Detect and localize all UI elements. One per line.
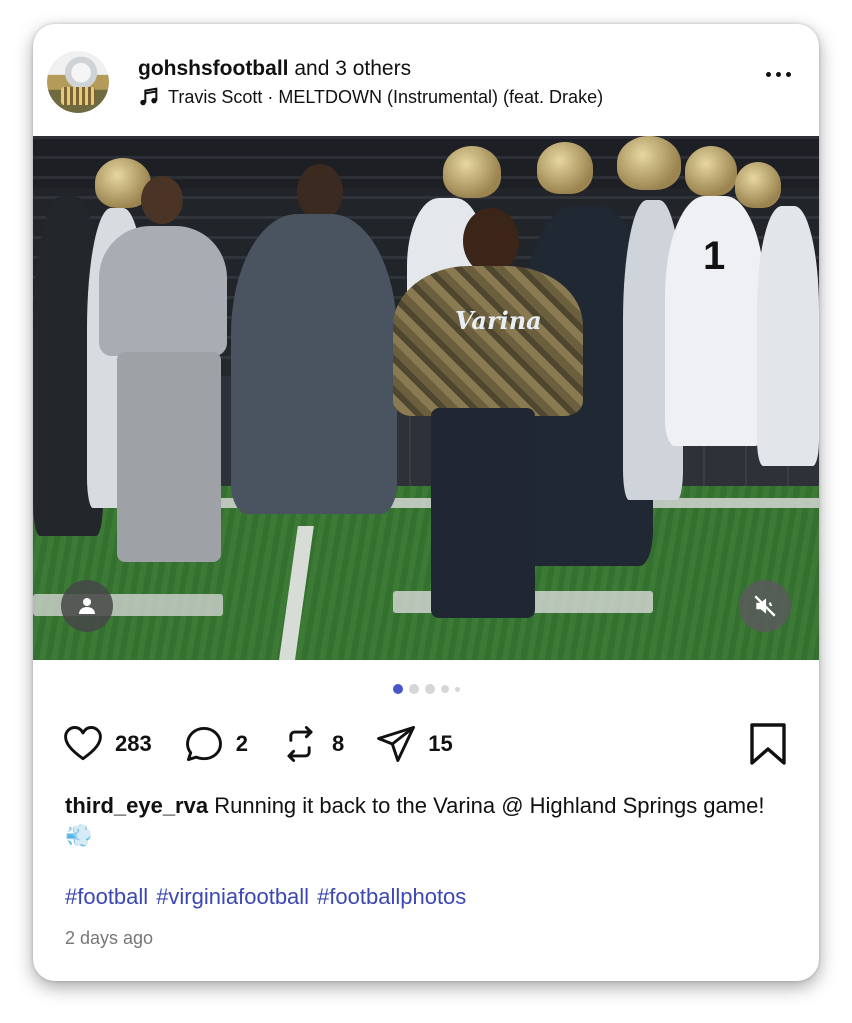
share-button[interactable]: 15 bbox=[374, 722, 453, 766]
carousel-dot bbox=[424, 684, 435, 694]
tag-people-button[interactable] bbox=[61, 580, 113, 632]
like-count: 283 bbox=[115, 731, 152, 756]
dark-hoodie-figure bbox=[231, 214, 397, 514]
bookmark-icon bbox=[750, 723, 786, 765]
send-icon bbox=[377, 726, 416, 762]
avatar-team-photo bbox=[61, 87, 95, 105]
coauthors-label[interactable]: and 3 others bbox=[294, 57, 411, 80]
coach-head bbox=[463, 208, 519, 274]
comment-bubble-icon bbox=[185, 726, 222, 762]
carousel-dot bbox=[408, 684, 419, 694]
player-helmet bbox=[537, 142, 593, 194]
hashtag-link[interactable]: #football bbox=[65, 884, 148, 910]
carousel-dot-active bbox=[392, 684, 403, 694]
save-button[interactable] bbox=[746, 721, 790, 772]
more-options-button[interactable] bbox=[766, 72, 791, 77]
speaker-muted-icon bbox=[754, 595, 776, 617]
more-horizontal-icon bbox=[766, 72, 771, 77]
author-avatar[interactable] bbox=[47, 51, 109, 113]
post-caption: third_eye_rva Running it back to the Var… bbox=[65, 791, 785, 851]
grey-hoodie-figure bbox=[99, 226, 227, 356]
repost-icon bbox=[287, 726, 313, 762]
grey-sweatpants bbox=[117, 352, 221, 562]
camo-hoodie: Varina bbox=[393, 266, 583, 416]
repost-button[interactable]: 8 bbox=[278, 722, 344, 766]
hashtag-link[interactable]: #footballphotos bbox=[317, 884, 466, 910]
person-head bbox=[297, 164, 343, 220]
player-number-one: 1 bbox=[665, 196, 765, 446]
hashtag-list: #football #virginiafootball #footballpho… bbox=[65, 884, 466, 910]
hashtag-link[interactable]: #virginiafootball bbox=[156, 884, 309, 910]
jersey-text: Varina bbox=[455, 306, 542, 335]
music-label: Travis Scott · MELTDOWN (Instrumental) (… bbox=[168, 86, 604, 107]
player-helmet bbox=[443, 146, 501, 198]
like-button[interactable]: 283 bbox=[61, 722, 152, 766]
comment-count: 2 bbox=[235, 731, 248, 756]
player-helmet bbox=[735, 162, 781, 208]
post-photo[interactable]: 1 Varina bbox=[33, 136, 819, 660]
comment-button[interactable]: 2 bbox=[182, 722, 248, 766]
person-head bbox=[141, 176, 183, 224]
caption-username[interactable]: third_eye_rva bbox=[65, 793, 208, 818]
author-username[interactable]: gohshsfootball bbox=[138, 57, 289, 80]
post-timestamp: 2 days ago bbox=[65, 928, 154, 948]
action-bar: 283 2 8 15 bbox=[61, 721, 483, 767]
carousel-dot bbox=[454, 686, 460, 692]
carousel-indicator bbox=[33, 684, 819, 694]
post-card: gohshsfootball and 3 others Travis Scott… bbox=[33, 24, 819, 981]
player-figure bbox=[757, 206, 819, 466]
carousel-dot bbox=[440, 685, 449, 693]
share-count: 15 bbox=[428, 731, 453, 756]
mute-toggle-button[interactable] bbox=[739, 580, 791, 632]
music-attribution[interactable]: Travis Scott · MELTDOWN (Instrumental) (… bbox=[138, 86, 603, 108]
music-note-icon bbox=[140, 87, 158, 106]
coach-pants bbox=[431, 408, 535, 618]
user-tag-icon bbox=[79, 598, 95, 614]
repost-count: 8 bbox=[331, 731, 345, 756]
player-helmet bbox=[685, 146, 737, 196]
heart-icon bbox=[64, 726, 102, 761]
jersey-number: 1 bbox=[703, 234, 726, 278]
player-helmet bbox=[617, 136, 681, 190]
post-authors[interactable]: gohshsfootball and 3 others bbox=[138, 57, 411, 81]
